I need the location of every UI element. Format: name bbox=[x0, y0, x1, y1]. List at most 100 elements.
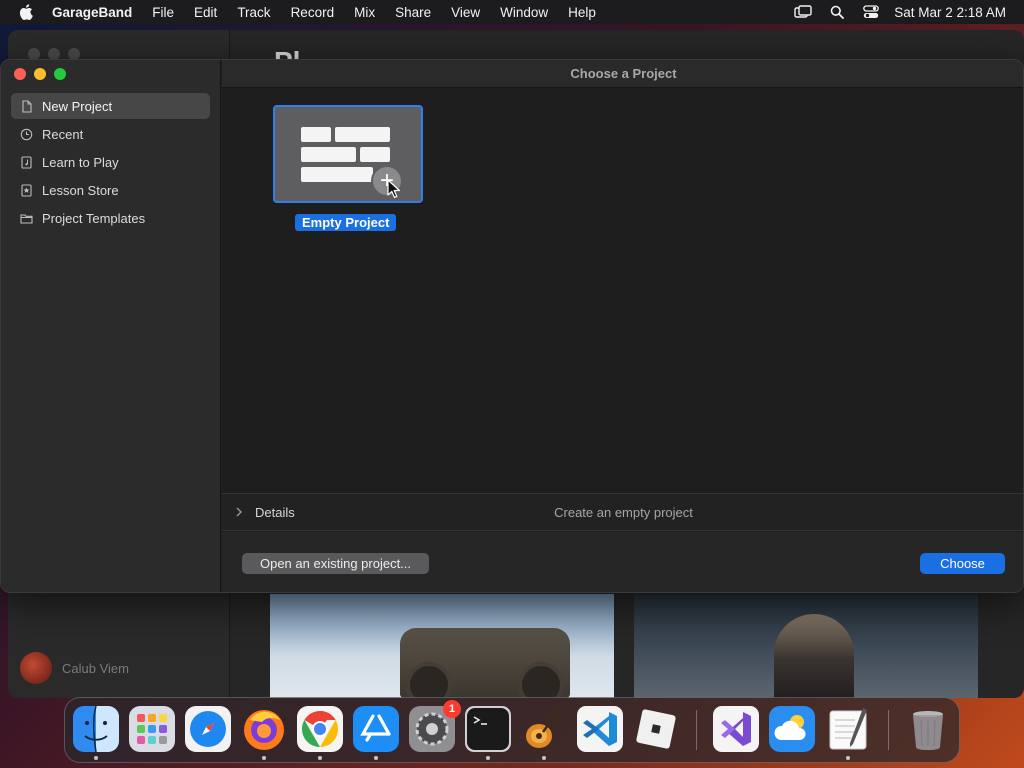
dock-finder[interactable] bbox=[73, 706, 119, 760]
sidebar-item-label: Recent bbox=[42, 126, 84, 142]
terminal-icon bbox=[465, 706, 511, 752]
music-book-icon bbox=[21, 155, 32, 169]
dock-terminal[interactable] bbox=[465, 706, 511, 760]
menu-view[interactable]: View bbox=[441, 5, 490, 20]
firefox-icon bbox=[244, 710, 284, 750]
visual-studio-icon bbox=[713, 706, 759, 752]
tile-block-icon bbox=[301, 167, 373, 182]
running-indicator bbox=[94, 756, 98, 760]
star-book-icon bbox=[21, 183, 32, 197]
dialog-footer: Open an existing project... Choose bbox=[222, 532, 1023, 592]
user-name: Calub Viem bbox=[62, 660, 129, 676]
background-user[interactable]: Calub Viem bbox=[20, 652, 129, 684]
spotlight-search-icon[interactable] bbox=[820, 5, 854, 19]
dock-trash[interactable] bbox=[905, 706, 951, 752]
clock-icon bbox=[20, 128, 33, 140]
dock-firefox[interactable] bbox=[241, 706, 287, 760]
zoom-button[interactable] bbox=[54, 68, 66, 80]
dock-app-store[interactable] bbox=[353, 706, 399, 760]
dock-launchpad[interactable] bbox=[129, 706, 175, 752]
empty-project-label[interactable]: Empty Project bbox=[295, 214, 397, 231]
dock-chrome[interactable] bbox=[297, 706, 343, 760]
dock-textedit[interactable] bbox=[825, 706, 871, 760]
dock: 1 bbox=[64, 697, 960, 763]
menu-file[interactable]: File bbox=[142, 5, 184, 20]
dock-separator bbox=[696, 710, 697, 750]
sidebar-item-project-templates[interactable]: Project Templates bbox=[11, 205, 210, 231]
launchpad-icon bbox=[129, 706, 175, 752]
tile-block-icon bbox=[335, 127, 390, 142]
menu-track[interactable]: Track bbox=[227, 5, 280, 20]
project-description: Create an empty project bbox=[554, 505, 693, 520]
window-title: Choose a Project bbox=[222, 60, 1023, 88]
apple-logo-icon bbox=[19, 4, 33, 20]
tile-block-icon bbox=[301, 127, 331, 142]
sidebar: New Project Recent Learn to Play Lesson … bbox=[1, 60, 221, 592]
menu-edit[interactable]: Edit bbox=[184, 5, 227, 20]
menu-app-name[interactable]: GarageBand bbox=[52, 5, 142, 20]
control-center-icon[interactable] bbox=[854, 5, 888, 19]
menu-help[interactable]: Help bbox=[558, 5, 606, 20]
roblox-icon bbox=[636, 709, 676, 749]
weather-icon bbox=[769, 706, 815, 752]
portrait-thumbnail[interactable] bbox=[634, 594, 978, 698]
empty-project-tile[interactable]: + bbox=[273, 105, 423, 203]
menu-record[interactable]: Record bbox=[281, 5, 345, 20]
details-bar: Details Create an empty project bbox=[222, 493, 1023, 531]
menu-mix[interactable]: Mix bbox=[344, 5, 385, 20]
dock-vscode[interactable] bbox=[577, 706, 623, 752]
dock-safari[interactable] bbox=[185, 706, 231, 752]
running-indicator bbox=[262, 756, 266, 760]
project-chooser-content: Choose a Project + Empty Project Details… bbox=[222, 60, 1023, 592]
dock-visual-studio[interactable] bbox=[713, 706, 759, 752]
chrome-icon bbox=[297, 706, 343, 752]
sidebar-item-new-project[interactable]: New Project bbox=[11, 93, 210, 119]
menu-clock[interactable]: Sat Mar 2 2:18 AM bbox=[888, 5, 1024, 20]
sidebar-item-learn-to-play[interactable]: Learn to Play bbox=[11, 149, 210, 175]
dock-system-settings[interactable]: 1 bbox=[409, 700, 461, 752]
sidebar-item-label: Learn to Play bbox=[42, 154, 119, 170]
tile-block-icon bbox=[360, 147, 390, 162]
notification-badge: 1 bbox=[443, 700, 461, 718]
textedit-icon bbox=[829, 708, 867, 750]
dock-weather[interactable] bbox=[769, 706, 815, 752]
menu-window[interactable]: Window bbox=[490, 5, 558, 20]
running-indicator bbox=[542, 756, 546, 760]
user-avatar bbox=[20, 652, 52, 684]
mouse-pointer-icon bbox=[387, 179, 400, 198]
apple-menu[interactable] bbox=[0, 4, 52, 20]
menu-share[interactable]: Share bbox=[385, 5, 441, 20]
garageband-icon bbox=[526, 708, 560, 748]
trash-icon bbox=[913, 711, 943, 750]
close-button[interactable] bbox=[14, 68, 26, 80]
dock-roblox[interactable] bbox=[633, 706, 679, 752]
menu-bar: GarageBand File Edit Track Record Mix Sh… bbox=[0, 0, 1024, 24]
choose-button[interactable]: Choose bbox=[920, 553, 1005, 574]
folder-icon bbox=[20, 213, 33, 224]
sidebar-item-recent[interactable]: Recent bbox=[11, 121, 210, 147]
screen-mirroring-icon[interactable] bbox=[786, 5, 820, 19]
app-store-icon bbox=[353, 706, 399, 752]
running-indicator bbox=[486, 756, 490, 760]
open-existing-project-button[interactable]: Open an existing project... bbox=[242, 553, 429, 574]
sidebar-item-lesson-store[interactable]: Lesson Store bbox=[11, 177, 210, 203]
sidebar-list: New Project Recent Learn to Play Lesson … bbox=[11, 93, 210, 233]
finder-icon bbox=[73, 706, 119, 752]
document-icon bbox=[22, 99, 32, 113]
safari-icon bbox=[185, 706, 231, 752]
snow-vehicle-thumbnail[interactable] bbox=[270, 594, 614, 698]
menu-extras: Sat Mar 2 2:18 AM bbox=[786, 0, 1024, 24]
window-controls bbox=[14, 68, 66, 80]
sidebar-item-label: New Project bbox=[42, 98, 113, 114]
running-indicator bbox=[318, 756, 322, 760]
tile-block-icon bbox=[301, 147, 356, 162]
dock-separator bbox=[888, 710, 889, 750]
sidebar-item-label: Project Templates bbox=[42, 210, 146, 226]
running-indicator bbox=[846, 756, 850, 760]
dock-garageband[interactable] bbox=[521, 706, 567, 760]
sidebar-item-label: Lesson Store bbox=[42, 182, 119, 198]
minimize-button[interactable] bbox=[34, 68, 46, 80]
vscode-icon bbox=[577, 706, 623, 752]
running-indicator bbox=[374, 756, 378, 760]
choose-project-window: New Project Recent Learn to Play Lesson … bbox=[0, 59, 1024, 593]
